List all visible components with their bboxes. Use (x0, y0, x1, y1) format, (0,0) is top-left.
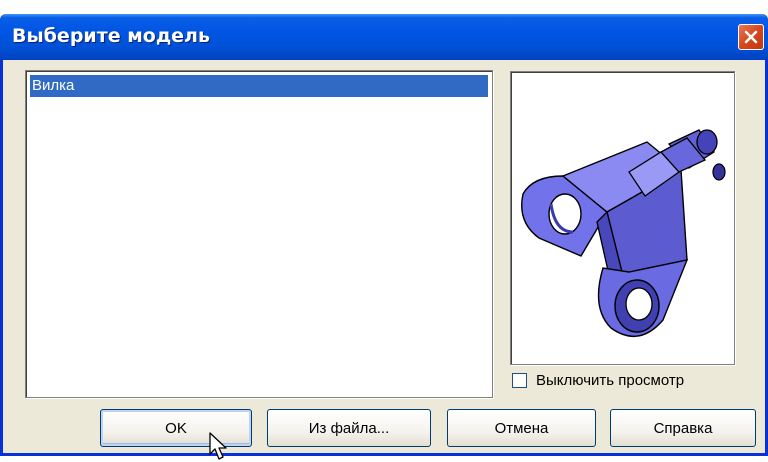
close-icon (744, 30, 758, 44)
dialog-title: Выберите модель (12, 25, 210, 47)
disable-preview-checkbox[interactable] (512, 372, 527, 388)
disable-preview-row[interactable]: Выключить просмотр (512, 368, 684, 392)
mouse-cursor-icon (209, 432, 227, 460)
title-bar[interactable]: Выберите модель (0, 14, 768, 60)
help-button[interactable]: Справка (610, 409, 756, 447)
disable-preview-label[interactable]: Выключить просмотр (536, 372, 684, 389)
close-button[interactable] (738, 24, 764, 50)
fork-part-3d-model-icon (521, 129, 726, 337)
cancel-button[interactable]: Отмена (447, 409, 596, 447)
from-file-button[interactable]: Из файла... (267, 409, 431, 447)
list-item-vilka[interactable]: Вилка (30, 75, 488, 97)
model-preview (510, 71, 735, 365)
model-list[interactable]: Вилка (25, 70, 493, 398)
select-model-dialog: Выберите модель Вилка Выключить просмотр… (0, 14, 768, 460)
